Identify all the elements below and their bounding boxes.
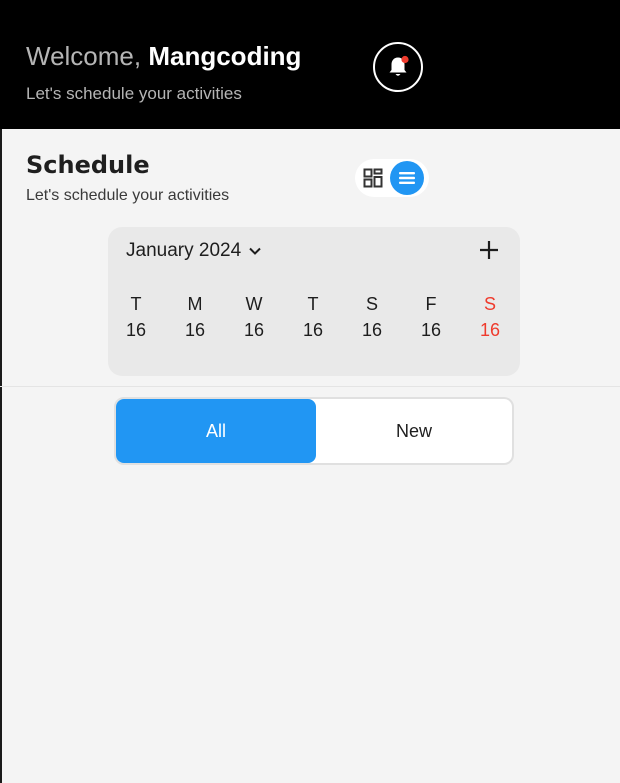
day-date: 16 xyxy=(302,320,324,340)
month-selector[interactable]: January 2024 xyxy=(126,240,263,262)
notification-button[interactable] xyxy=(373,42,423,92)
day-letter: S xyxy=(483,294,496,314)
grid-view-icon xyxy=(363,168,383,188)
day-cell[interactable]: S 16 xyxy=(352,291,392,343)
bell-icon xyxy=(389,55,409,76)
grid-view-button[interactable] xyxy=(360,165,386,191)
day-date: 16 xyxy=(125,320,147,340)
view-toggle xyxy=(355,159,429,197)
notification-dot xyxy=(401,55,409,64)
day-letter: W xyxy=(245,294,263,314)
day-date: 16 xyxy=(420,320,442,340)
day-cell[interactable]: M 16 xyxy=(175,291,215,343)
header-subtitle: Let's schedule your activities xyxy=(26,84,242,103)
day-date: 16 xyxy=(243,320,265,340)
section-divider xyxy=(0,386,620,387)
day-cell[interactable]: W 16 xyxy=(234,291,274,343)
day-letter: T xyxy=(130,294,142,314)
chevron-down-icon xyxy=(249,247,261,255)
plus-icon xyxy=(480,241,498,259)
add-event-button[interactable] xyxy=(476,237,502,263)
list-view-icon xyxy=(399,172,415,184)
tab-all[interactable]: All xyxy=(116,399,316,463)
day-letter: M xyxy=(187,294,203,314)
day-date: 16 xyxy=(184,320,206,340)
app-header: Welcome, Mangcoding Let's schedule your … xyxy=(0,0,620,129)
day-cell-weekend[interactable]: S 16 xyxy=(470,291,510,343)
day-letter: F xyxy=(425,294,437,314)
day-cell[interactable]: T 16 xyxy=(116,291,156,343)
tab-new[interactable]: New xyxy=(316,399,512,463)
filter-tabs: All New xyxy=(114,397,514,465)
greeting-text: Welcome, xyxy=(26,41,142,71)
day-letter: S xyxy=(365,294,378,314)
day-cell[interactable]: T 16 xyxy=(293,291,333,343)
welcome-heading: Welcome, Mangcoding xyxy=(26,40,301,72)
day-date: 16 xyxy=(479,320,501,340)
page-title: Schedule xyxy=(26,151,150,179)
left-border xyxy=(0,129,2,783)
day-cell[interactable]: F 16 xyxy=(411,291,451,343)
calendar-card: January 2024 T 16 M 16 W 16 T 16 S 16 F … xyxy=(108,227,520,376)
month-label: January 2024 xyxy=(126,240,242,261)
page-subtitle: Let's schedule your activities xyxy=(26,187,230,204)
user-name: Mangcoding xyxy=(148,41,302,71)
day-date: 16 xyxy=(361,320,383,340)
day-letter: T xyxy=(307,294,319,314)
list-view-button[interactable] xyxy=(390,161,424,195)
